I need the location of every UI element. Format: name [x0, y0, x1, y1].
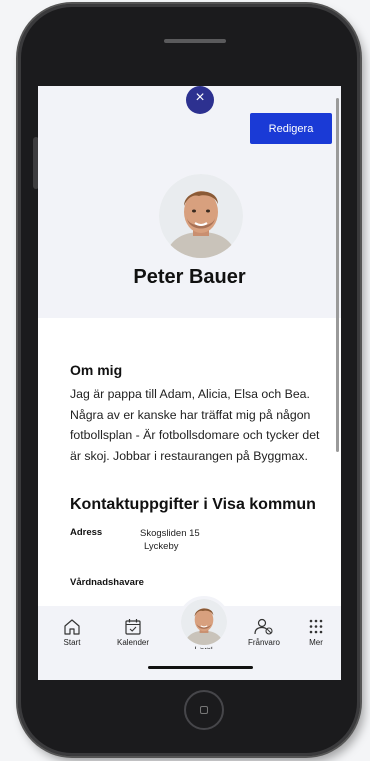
- home-button-icon: [200, 706, 208, 714]
- about-line: är skoj. Jobbar i restaurangen på Byggma…: [70, 448, 308, 463]
- tab-label: Kalender: [116, 638, 150, 647]
- calendar-icon: [125, 619, 141, 635]
- about-line: Jag är pappa till Adam, Alicia, Elsa och…: [70, 387, 310, 401]
- tab-start[interactable]: Start: [42, 618, 102, 647]
- address-label: Adress: [70, 527, 103, 538]
- about-text: Jag är pappa till Adam, Alicia, Elsa och…: [70, 384, 340, 466]
- home-indicator: [148, 666, 253, 669]
- edit-button[interactable]: Redigera: [250, 113, 332, 144]
- tab-label: Frånvaro: [247, 638, 280, 647]
- tab-mer[interactable]: Mer: [286, 618, 341, 647]
- guardian-label: Vårdnadshavare: [70, 577, 144, 588]
- phone-frame: × Redigera Peter Bauer Om mig Jag är pap…: [18, 4, 360, 756]
- app-screen: × Redigera Peter Bauer Om mig Jag är pap…: [38, 86, 341, 680]
- contact-title: Kontaktuppgifter i Visa kommun: [70, 496, 316, 513]
- home-button[interactable]: [184, 690, 224, 730]
- tab-franvaro[interactable]: Frånvaro: [234, 618, 294, 647]
- about-line: fotbollsplan - Är fotbollsdomare och tyc…: [70, 428, 320, 442]
- address-value: Skogsliden 15 Lyckeby: [140, 527, 200, 553]
- address-line-2: Lyckeby: [144, 541, 179, 552]
- grid-icon: [309, 619, 323, 634]
- address-line-1: Skogsliden 15: [140, 528, 200, 539]
- tab-kalender[interactable]: Kalender: [103, 618, 163, 647]
- profile-name: Peter Bauer: [133, 266, 246, 288]
- tab-label: Start: [63, 638, 81, 647]
- tab-label: Mer: [309, 638, 323, 647]
- about-title: Om mig: [70, 362, 123, 378]
- tab-avatar[interactable]: [178, 596, 230, 648]
- about-line: Några av er kanske har träffat mig på nå…: [70, 407, 311, 422]
- profile-avatar: [159, 174, 243, 258]
- home-icon: [64, 619, 80, 635]
- speaker-grille: [164, 39, 226, 43]
- close-button[interactable]: ×: [186, 86, 214, 114]
- absence-icon: [254, 618, 273, 635]
- close-icon: ×: [195, 89, 205, 106]
